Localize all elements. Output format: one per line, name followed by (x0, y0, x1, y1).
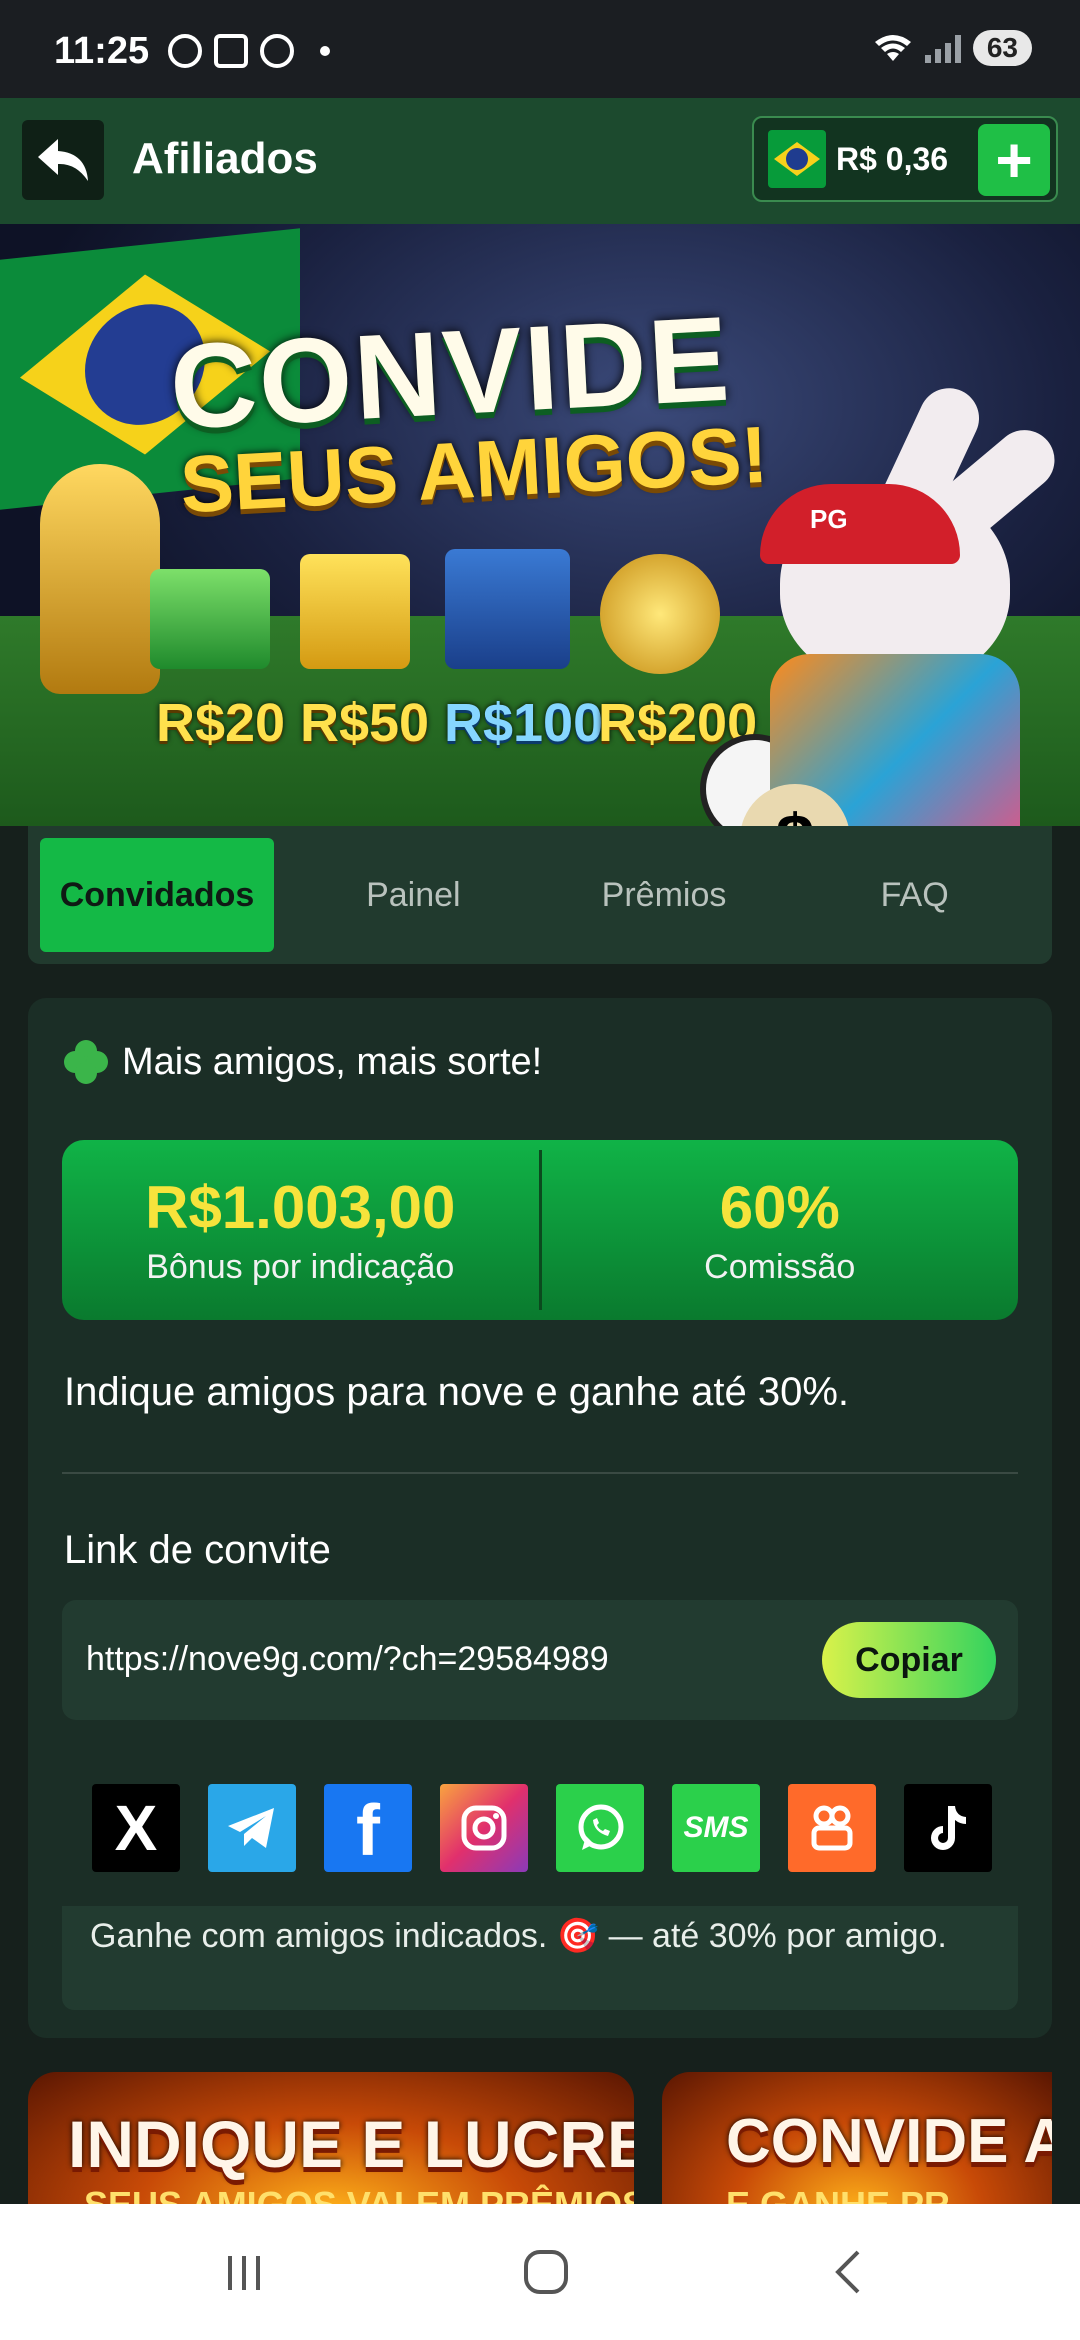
home-icon (524, 2250, 568, 2294)
prize-label-3: R$100 (444, 693, 604, 753)
whatsapp-icon (578, 1804, 624, 1850)
share-whatsapp-button[interactable] (556, 1784, 644, 1872)
app-header: Afiliados R$ 0,36 + (0, 98, 1080, 224)
screenshot-icon (214, 34, 248, 68)
copy-button[interactable]: Copiar (822, 1622, 996, 1698)
invite-link-url[interactable]: https://nove9g.com/?ch=29584989 (86, 1640, 609, 1679)
clover-icon (64, 1040, 108, 1084)
wifi-icon (874, 35, 911, 61)
share-sms-button[interactable]: SMS (672, 1784, 760, 1872)
signal-icon (924, 33, 961, 63)
system-nav-bar (0, 2204, 1080, 2340)
back-arrow-icon (38, 139, 88, 181)
instagram-icon (461, 1805, 507, 1851)
invite-link-label: Link de convite (64, 1528, 331, 1572)
tiktok-icon (931, 1806, 966, 1850)
sms-icon: SMS (683, 1811, 749, 1844)
recents-icon (228, 2256, 260, 2290)
chevron-left-icon (835, 2250, 860, 2294)
battery-indicator: 63 (972, 30, 1032, 66)
trophy-icon (40, 464, 160, 694)
chrome-icon (168, 34, 202, 68)
more-notifications-icon (320, 46, 330, 56)
status-time: 11:25 (54, 30, 150, 72)
prize-label-2: R$50 (300, 693, 430, 753)
cash-stack-icon (150, 569, 270, 669)
card-heading-text: Mais amigos, mais sorte! (122, 1040, 543, 1083)
bunny-mascot: PG $ (740, 378, 1067, 826)
stat-commission-label: Comissão (704, 1248, 856, 1286)
share-buttons: X f SMS (92, 1784, 992, 1872)
invite-description: Indique amigos para nove e ganhe até 30%… (64, 1370, 850, 1414)
page-title: Afiliados (132, 134, 318, 183)
x-icon: X (114, 1792, 158, 1864)
promo-banner[interactable]: CONVIDE SEUS AMIGOS! R$20 R$50 R$100 R$2… (0, 224, 1080, 826)
promo-card-title: INDIQUE E LUCRE (68, 2107, 634, 2181)
balance-amount: R$ 0,36 (836, 140, 949, 177)
stat-bonus-value: R$1.003,00 (145, 1174, 456, 1241)
invite-card: Mais amigos, mais sorte! R$1.003,00 Bônu… (28, 998, 1052, 2038)
tab-faq[interactable]: FAQ (789, 838, 1040, 952)
target-icon (260, 34, 294, 68)
tab-bar: Convidados Painel Prêmios FAQ (28, 826, 1052, 964)
facebook-icon: f (356, 1791, 380, 1871)
balance-widget[interactable]: R$ 0,36 + (752, 116, 1058, 202)
deposit-button[interactable]: + (978, 124, 1050, 196)
tab-painel[interactable]: Painel (288, 838, 539, 952)
home-button[interactable] (514, 2240, 578, 2304)
promo-card-indique[interactable]: INDIQUE E LUCRE SEUS AMIGOS VALEM PRÊMIO… (28, 2072, 634, 2212)
invite-link-box: https://nove9g.com/?ch=29584989 Copiar (62, 1600, 1018, 1720)
stat-commission: 60% Comissão (542, 1140, 1019, 1320)
recents-button[interactable] (212, 2240, 276, 2304)
promo-card-convide[interactable]: CONVIDE AM E GANHE PR (662, 2072, 1052, 2212)
stats-panel: R$1.003,00 Bônus por indicação 60% Comis… (62, 1140, 1018, 1320)
prize-label-1: R$20 (156, 693, 286, 753)
tab-convidados[interactable]: Convidados (40, 838, 274, 952)
divider (62, 1472, 1018, 1474)
share-kwai-button[interactable] (788, 1784, 876, 1872)
kwai-icon (811, 1805, 853, 1851)
mascot-cap-label: PG (810, 504, 848, 534)
share-x-button[interactable]: X (92, 1784, 180, 1872)
promo-note: Ganhe com amigos indicados. 🎯 — até 30% … (62, 1906, 1018, 2010)
plus-icon: + (995, 124, 1033, 196)
gift-box-icon (300, 554, 410, 669)
back-button[interactable] (22, 120, 104, 200)
stat-commission-value: 60% (719, 1174, 840, 1241)
status-bar: 11:25 63 (0, 0, 1080, 98)
notification-icons (168, 34, 330, 68)
gold-ball-icon (600, 554, 720, 674)
share-tiktok-button[interactable] (904, 1784, 992, 1872)
tab-premios[interactable]: Prêmios (539, 838, 790, 952)
telegram-icon (228, 1808, 274, 1848)
brazil-flag-icon (768, 130, 826, 188)
share-telegram-button[interactable] (208, 1784, 296, 1872)
promo-card-title: CONVIDE AM (726, 2107, 1052, 2176)
share-instagram-button[interactable] (440, 1784, 528, 1872)
treasure-chest-icon (445, 549, 570, 669)
share-facebook-button[interactable]: f (324, 1784, 412, 1872)
stat-bonus: R$1.003,00 Bônus por indicação (62, 1140, 539, 1320)
system-icons: 63 (873, 30, 1032, 66)
stat-bonus-label: Bônus por indicação (146, 1248, 455, 1286)
card-heading: Mais amigos, mais sorte! (64, 1040, 542, 1084)
back-nav-button[interactable] (816, 2240, 880, 2304)
